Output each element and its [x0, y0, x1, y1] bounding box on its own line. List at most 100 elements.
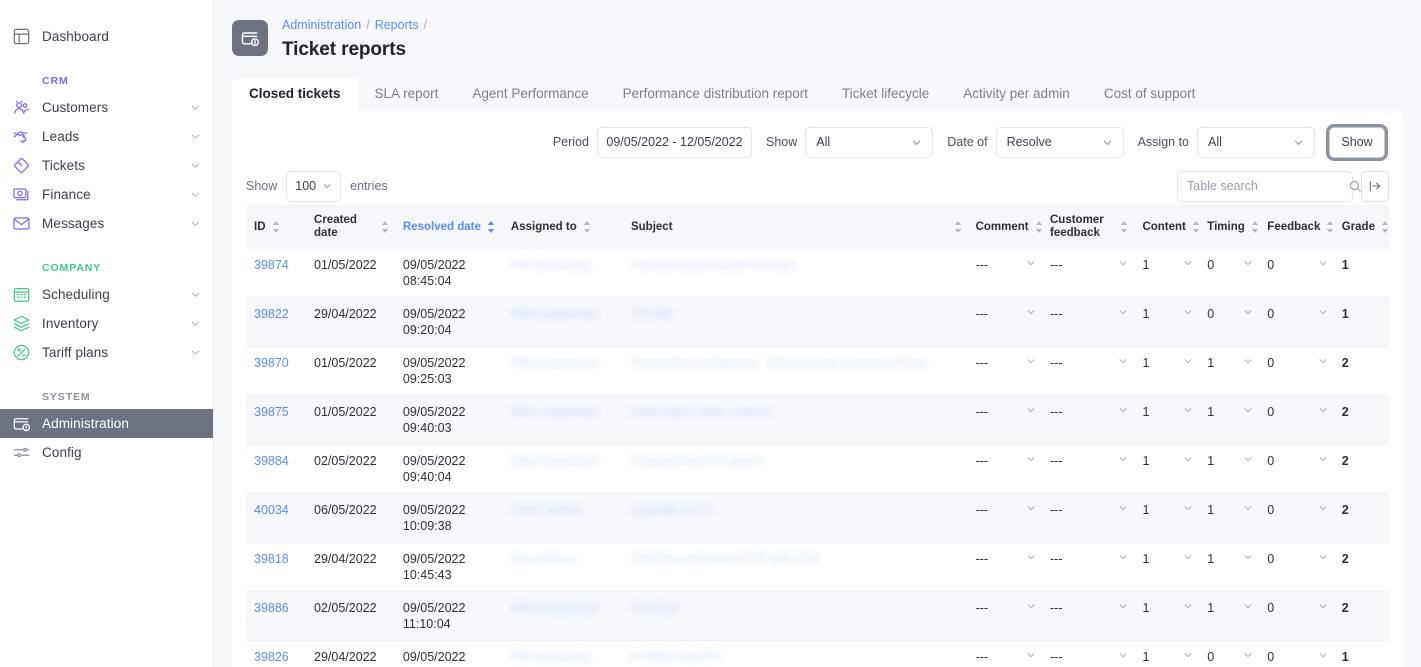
table-row[interactable]: 39875 01/05/2022 09/05/2022 09:40:03 Mike Ka…: [246, 395, 1389, 445]
search-box[interactable]: [1177, 170, 1361, 202]
chevron-down-icon[interactable]: [1183, 356, 1193, 366]
table-row[interactable]: 39884 02/05/2022 09/05/2022 09:40:04 Mike Ka…: [246, 444, 1389, 494]
chevron-down-icon[interactable]: [1243, 258, 1253, 268]
chevron-down-icon[interactable]: [1243, 552, 1253, 562]
sidebar-item-customers[interactable]: Customers: [0, 93, 213, 122]
table-row[interactable]: 39870 01/05/2022 09/05/2022 09:25:03 Mike Ka…: [246, 346, 1389, 396]
sidebar-item-messages[interactable]: Messages: [0, 209, 213, 238]
tab-performance-distribution-report[interactable]: Performance distribution report: [606, 78, 825, 111]
ticket-id-link[interactable]: 39884: [254, 454, 289, 468]
sort-toggle-icon[interactable]: [1251, 221, 1259, 233]
chevron-down-icon[interactable]: [1243, 601, 1253, 611]
chevron-down-icon[interactable]: [190, 347, 201, 358]
tab-cost-of-support[interactable]: Cost of support: [1087, 78, 1213, 111]
column-header-id[interactable]: ID: [246, 205, 307, 249]
chevron-down-icon[interactable]: [1026, 552, 1036, 562]
chevron-down-icon[interactable]: [1183, 601, 1193, 611]
period-input[interactable]: 09/05/2022 - 12/05/2022: [596, 126, 752, 158]
chevron-down-icon[interactable]: [1183, 650, 1193, 660]
chevron-down-icon[interactable]: [1026, 650, 1036, 660]
chevron-down-icon[interactable]: [1183, 454, 1193, 464]
tab-ticket-lifecycle[interactable]: Ticket lifecycle: [825, 78, 946, 111]
search-icon[interactable]: [1348, 179, 1362, 193]
sort-toggle-icon[interactable]: [487, 221, 495, 233]
chevron-down-icon[interactable]: [1118, 503, 1128, 513]
chevron-down-icon[interactable]: [1026, 258, 1036, 268]
sort-toggle-icon[interactable]: [1381, 221, 1389, 233]
ticket-id-link[interactable]: 39826: [254, 650, 289, 664]
chevron-down-icon[interactable]: [1026, 356, 1036, 366]
sidebar-item-inventory[interactable]: Inventory: [0, 309, 213, 338]
chevron-down-icon[interactable]: [190, 218, 201, 229]
sort-toggle-icon[interactable]: [583, 221, 591, 233]
ticket-id-link[interactable]: 39818: [254, 552, 289, 566]
tab-agent-performance[interactable]: Agent Performance: [455, 78, 605, 111]
chevron-down-icon[interactable]: [1026, 454, 1036, 464]
chevron-down-icon[interactable]: [190, 160, 201, 171]
show-button[interactable]: Show: [1329, 126, 1385, 158]
column-header-assigned[interactable]: Assigned to: [502, 205, 623, 249]
sort-toggle-icon[interactable]: [272, 221, 280, 233]
chevron-down-icon[interactable]: [190, 102, 201, 113]
sidebar-item-dashboard[interactable]: Dashboard: [0, 22, 213, 51]
column-header-timing[interactable]: Timing: [1199, 205, 1260, 249]
show-select[interactable]: All: [805, 126, 934, 158]
chevron-down-icon[interactable]: [1118, 258, 1128, 268]
ticket-id-link[interactable]: 39822: [254, 307, 289, 321]
column-header-cfeed[interactable]: Customer feedback: [1042, 205, 1135, 249]
sort-toggle-icon[interactable]: [1326, 221, 1334, 233]
chevron-down-icon[interactable]: [1183, 552, 1193, 562]
chevron-down-icon[interactable]: [190, 189, 201, 200]
export-button[interactable]: [1361, 170, 1389, 202]
table-row[interactable]: 40034 06/05/2022 09/05/2022 10:09:38 Chris J…: [246, 493, 1389, 543]
chevron-down-icon[interactable]: [1118, 307, 1128, 317]
sort-toggle-icon[interactable]: [1192, 221, 1200, 233]
chevron-down-icon[interactable]: [1026, 601, 1036, 611]
chevron-down-icon[interactable]: [1318, 356, 1328, 366]
ticket-id-link[interactable]: 39875: [254, 405, 289, 419]
chevron-down-icon[interactable]: [1118, 650, 1128, 660]
sidebar-item-leads[interactable]: Leads: [0, 122, 213, 151]
chevron-down-icon[interactable]: [1183, 307, 1193, 317]
column-header-content[interactable]: Content: [1134, 205, 1200, 249]
table-row[interactable]: 39874 01/05/2022 09/05/2022 08:45:04 Nik Ost…: [246, 249, 1389, 298]
chevron-down-icon[interactable]: [1243, 650, 1253, 660]
chevron-down-icon[interactable]: [190, 318, 201, 329]
table-row[interactable]: 39886 02/05/2022 09/05/2022 11:10:04 Mike Ka…: [246, 591, 1389, 641]
chevron-down-icon[interactable]: [1243, 454, 1253, 464]
chevron-down-icon[interactable]: [1183, 258, 1193, 268]
chevron-down-icon[interactable]: [1026, 307, 1036, 317]
sort-toggle-icon[interactable]: [1120, 221, 1128, 233]
breadcrumb-item-reports[interactable]: Reports: [375, 18, 419, 32]
chevron-down-icon[interactable]: [1183, 503, 1193, 513]
column-header-grade[interactable]: Grade: [1333, 205, 1389, 249]
chevron-down-icon[interactable]: [1318, 258, 1328, 268]
chevron-down-icon[interactable]: [1318, 503, 1328, 513]
chevron-down-icon[interactable]: [1318, 307, 1328, 317]
chevron-down-icon[interactable]: [1243, 356, 1253, 366]
chevron-down-icon[interactable]: [1318, 405, 1328, 415]
column-header-resolved[interactable]: Resolved date: [394, 205, 503, 249]
ticket-id-link[interactable]: 39886: [254, 601, 289, 615]
sidebar-item-tickets[interactable]: Tickets: [0, 151, 213, 180]
search-input[interactable]: [1187, 179, 1348, 193]
chevron-down-icon[interactable]: [1318, 601, 1328, 611]
sort-toggle-icon[interactable]: [1035, 221, 1043, 233]
assign-to-select[interactable]: All: [1197, 126, 1315, 158]
sidebar-item-finance[interactable]: Finance: [0, 180, 213, 209]
sidebar-item-administration[interactable]: Administration: [0, 409, 213, 438]
chevron-down-icon[interactable]: [1118, 356, 1128, 366]
chevron-down-icon[interactable]: [1243, 503, 1253, 513]
sidebar-item-scheduling[interactable]: Scheduling: [0, 280, 213, 309]
chevron-down-icon[interactable]: [190, 131, 201, 142]
sort-toggle-icon[interactable]: [954, 221, 962, 233]
chevron-down-icon[interactable]: [1318, 454, 1328, 464]
chevron-down-icon[interactable]: [1026, 405, 1036, 415]
chevron-down-icon[interactable]: [1118, 601, 1128, 611]
sidebar-item-tariff-plans[interactable]: Tariff plans: [0, 338, 213, 367]
chevron-down-icon[interactable]: [1318, 552, 1328, 562]
tab-sla-report[interactable]: SLA report: [358, 78, 456, 111]
sort-toggle-icon[interactable]: [381, 221, 389, 233]
column-header-subject[interactable]: Subject: [622, 205, 968, 249]
chevron-down-icon[interactable]: [1183, 405, 1193, 415]
